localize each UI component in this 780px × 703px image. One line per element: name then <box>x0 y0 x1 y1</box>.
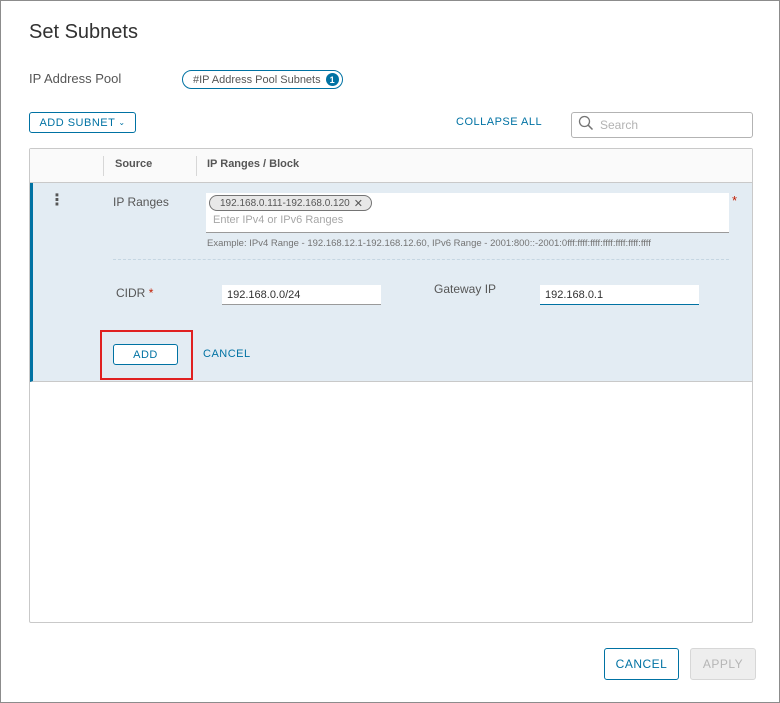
subnets-grid: Source IP Ranges / Block ⋮ IP Ranges 192… <box>29 148 753 623</box>
ip-ranges-label: IP Ranges <box>113 195 169 209</box>
chevron-down-icon: ⌄ <box>118 118 126 127</box>
add-subnet-button[interactable]: ADD SUBNET ⌄ <box>29 112 136 133</box>
search-box[interactable] <box>571 112 753 138</box>
column-separator <box>103 156 104 176</box>
add-button[interactable]: ADD <box>113 344 178 365</box>
ip-ranges-field[interactable]: 192.168.0.111-192.168.0.120 ✕ <box>206 193 729 233</box>
gateway-ip-input[interactable] <box>540 285 699 305</box>
row-divider <box>113 259 729 260</box>
cidr-label: CIDR * <box>116 286 154 300</box>
ip-range-chip-label: 192.168.0.111-192.168.0.120 <box>220 197 350 209</box>
ip-ranges-required-mark: * <box>732 193 738 208</box>
set-subnets-dialog: Set Subnets IP Address Pool #IP Address … <box>0 0 780 703</box>
search-icon <box>578 115 594 136</box>
column-header-source[interactable]: Source <box>115 158 152 170</box>
gateway-ip-field[interactable] <box>540 285 699 305</box>
cidr-field[interactable] <box>222 285 381 305</box>
apply-button[interactable]: APPLY <box>690 648 756 680</box>
collapse-all-link[interactable]: COLLAPSE ALL <box>456 116 542 128</box>
search-input[interactable] <box>600 118 740 132</box>
remove-chip-icon[interactable]: ✕ <box>354 197 363 210</box>
ip-ranges-example-hint: Example: IPv4 Range - 192.168.12.1-192.1… <box>207 238 651 249</box>
grid-header: Source IP Ranges / Block <box>30 149 752 183</box>
row-cancel-link[interactable]: CANCEL <box>203 348 251 360</box>
cidr-required-mark: * <box>148 286 154 300</box>
column-separator <box>196 156 197 176</box>
pool-chip-label: #IP Address Pool Subnets <box>193 73 321 86</box>
ip-address-pool-subnets-chip[interactable]: #IP Address Pool Subnets 1 <box>182 70 343 89</box>
ip-range-chip: 192.168.0.111-192.168.0.120 ✕ <box>209 195 372 211</box>
subnet-edit-row: ⋮ IP Ranges 192.168.0.111-192.168.0.120 … <box>30 183 752 382</box>
dialog-title: Set Subnets <box>29 21 138 43</box>
cancel-button[interactable]: CANCEL <box>604 648 679 680</box>
cidr-input[interactable] <box>222 285 381 305</box>
ip-ranges-input[interactable] <box>213 214 613 226</box>
pool-chip-count-badge: 1 <box>325 73 339 86</box>
kebab-menu-icon[interactable]: ⋮ <box>49 193 65 209</box>
column-header-ip-ranges[interactable]: IP Ranges / Block <box>207 158 299 170</box>
gateway-ip-label: Gateway IP <box>434 282 497 296</box>
ip-address-pool-label: IP Address Pool <box>29 71 122 86</box>
add-subnet-label: ADD SUBNET <box>39 116 116 129</box>
